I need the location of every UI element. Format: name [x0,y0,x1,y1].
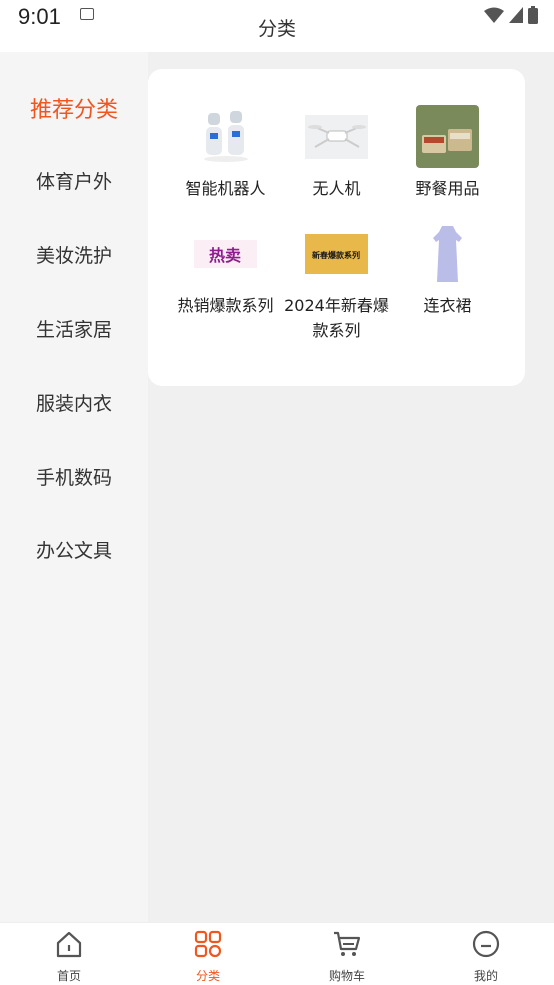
grid-item-label: 热销爆款系列 [177,296,274,315]
grid-item-label: 连衣裙 [423,296,472,315]
category-icon [194,930,222,958]
tab-profile[interactable]: 我的 [446,929,526,984]
sidebar-item-beauty[interactable]: 美妆洗护 [0,241,148,268]
sidebar-item-digital[interactable]: 手机数码 [0,463,148,490]
picnic-image [416,105,479,168]
signal-icon [509,7,523,23]
tab-cart[interactable]: 购物车 [307,929,387,984]
grid-item-label: 智能机器人 [185,179,266,198]
robot-image [194,105,257,168]
hot-sale-badge: 热卖 [209,246,241,265]
battery-icon [528,6,538,24]
tab-label: 购物车 [328,969,365,983]
main-content: 智能机器人 无人机 野餐用品 热卖 热销爆款系列 新春爆款系列 2024年新春爆… [148,52,554,922]
sidebar-item-apparel[interactable]: 服装内衣 [0,389,148,416]
status-bar: 9:01 分类 [0,0,554,52]
grid-item-label: 2024年新春爆款系列 [284,296,389,340]
sidebar-item-recommended[interactable]: 推荐分类 [0,92,148,124]
grid-item-hot-sale[interactable]: 热卖 热销爆款系列 [170,222,281,318]
tab-home[interactable]: 首页 [29,929,109,984]
sidebar-item-sports[interactable]: 体育户外 [0,167,148,194]
drone-image [305,105,368,168]
grid-item-dress[interactable]: 连衣裙 [392,222,503,318]
home-icon [56,931,82,958]
grid-item-label: 无人机 [312,179,361,198]
tab-label: 分类 [195,969,220,983]
new-spring-badge: 新春爆款系列 [312,250,360,260]
tab-label: 首页 [56,969,81,983]
wifi-icon [484,7,504,23]
grid-item-robot[interactable]: 智能机器人 [170,105,281,201]
tab-label: 我的 [473,969,498,983]
new-spring-image: 新春爆款系列 [305,222,368,285]
category-card: 智能机器人 无人机 野餐用品 热卖 热销爆款系列 新春爆款系列 2024年新春爆… [148,69,525,386]
category-sidebar: 推荐分类 体育户外 美妆洗护 生活家居 服装内衣 手机数码 办公文具 [0,52,148,922]
sidebar-item-office[interactable]: 办公文具 [0,536,148,563]
sidebar-item-home[interactable]: 生活家居 [0,315,148,342]
grid-item-drone[interactable]: 无人机 [281,105,392,201]
hot-sale-image: 热卖 [194,222,257,285]
cart-icon [334,931,361,956]
page-title: 分类 [257,18,296,40]
system-icons [484,6,538,24]
bottom-tab-bar: 首页 分类 购物车 我的 [0,922,554,985]
grid-item-new-spring[interactable]: 新春爆款系列 2024年新春爆款系列 [281,222,392,343]
dress-image [416,222,479,285]
tab-category[interactable]: 分类 [168,929,248,984]
profile-icon [472,930,500,958]
grid-item-picnic[interactable]: 野餐用品 [392,105,503,201]
grid-item-label: 野餐用品 [415,179,480,198]
